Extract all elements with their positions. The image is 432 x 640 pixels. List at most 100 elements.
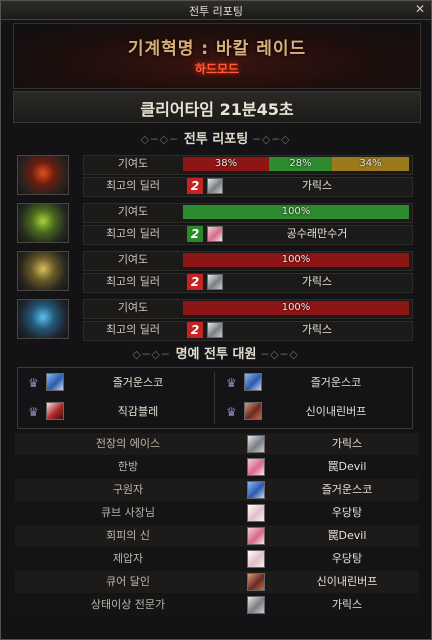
crown-icon: ♛	[226, 376, 237, 390]
award-avatar[interactable]	[247, 550, 265, 568]
boss-portrait	[17, 299, 69, 339]
boss-portrait	[17, 251, 69, 291]
award-title: 큐브 사장님	[100, 506, 156, 519]
award-name[interactable]: 罠Devil	[277, 525, 417, 547]
boss-portrait	[17, 203, 69, 243]
top-dealer-label: 최고의 딜러	[105, 179, 161, 192]
contribution-bar: 100%	[183, 301, 409, 315]
award-name[interactable]: 우당탕	[277, 548, 417, 570]
award-avatar[interactable]	[247, 573, 265, 591]
title-bar[interactable]: 전투 리포팅 ✕	[1, 1, 431, 20]
contribution-segment: 34%	[332, 157, 409, 171]
honor-members-box: ♛ 즐거운스코 ♛ 즐거운스코 ♛ 직감블레 ♛ 신이내린버프	[17, 367, 413, 429]
dealer-avatar[interactable]	[207, 322, 223, 338]
award-row: 큐브 사장님 우당탕	[15, 502, 419, 524]
contribution-bar: 38% 28% 34%	[183, 157, 409, 171]
boss-row: 기여도 38% 28% 34% 최고의 딜러 2 가릭스	[15, 153, 419, 197]
top-dealer-label: 최고의 딜러	[105, 275, 161, 288]
award-row: 전장의 에이스 가릭스	[15, 433, 419, 455]
award-avatar[interactable]	[247, 504, 265, 522]
dealer-avatar[interactable]	[207, 226, 223, 242]
top-dealer-name[interactable]: 가릭스	[227, 321, 407, 339]
top-dealer-name[interactable]: 가릭스	[227, 273, 407, 291]
contribution-segment: 100%	[183, 205, 409, 219]
raid-name: 기계혁명 : 바칼 레이드	[127, 39, 307, 59]
awakening-badge-icon: 2	[187, 226, 203, 242]
header-ornament-left: ◇─◇─	[140, 133, 179, 146]
honor-header: ◇─◇─ 명예 전투 대원 ─◇─◇	[13, 343, 419, 363]
member-name: 직감블레	[117, 405, 159, 418]
award-title: 구원자	[112, 483, 144, 496]
award-avatar[interactable]	[247, 527, 265, 545]
honor-member[interactable]: ♛ 즐거운스코	[216, 369, 412, 397]
dealer-icons: 2	[187, 322, 227, 338]
dealer-icons: 2	[187, 178, 227, 194]
raid-difficulty: 하드모드	[194, 62, 240, 76]
battle-report-window: 전투 리포팅 ✕ 기계혁명 : 바칼 레이드 하드모드 클리어타임 21분45초…	[0, 0, 432, 640]
member-name: 신이내린버프	[305, 405, 367, 418]
contribution-label: 기여도	[117, 205, 149, 218]
contribution-label: 기여도	[117, 253, 149, 266]
header-ornament-right: ─◇─◇	[253, 133, 292, 146]
header-ornament-left: ◇─◇─	[132, 348, 171, 361]
award-avatar[interactable]	[247, 481, 265, 499]
dealer-icons: 2	[187, 226, 227, 242]
boss-row: 기여도 100% 최고의 딜러 2 가릭스	[15, 297, 419, 341]
award-title: 한방	[117, 460, 139, 473]
award-row: 상태이상 전문가 가릭스	[15, 594, 419, 616]
award-row: 구원자 즐거운스코	[15, 479, 419, 501]
boss-portrait	[17, 155, 69, 195]
member-avatar	[46, 402, 64, 420]
dealer-avatar[interactable]	[207, 178, 223, 194]
contribution-segment: 100%	[183, 253, 409, 267]
crown-icon: ♛	[226, 405, 237, 419]
contribution-segment: 38%	[183, 157, 269, 171]
award-name[interactable]: 신이내린버프	[277, 571, 417, 593]
award-row: 큐어 달인 신이내린버프	[15, 571, 419, 593]
member-avatar	[46, 373, 64, 391]
award-title: 회피의 신	[106, 529, 150, 542]
honor-member[interactable]: ♛ 직감블레	[18, 398, 214, 426]
award-avatar[interactable]	[247, 435, 265, 453]
boss-row: 기여도 100% 최고의 딜러 2 공수래만수거	[15, 201, 419, 245]
contribution-bar: 100%	[183, 205, 409, 219]
raid-banner: 기계혁명 : 바칼 레이드 하드모드	[13, 23, 421, 89]
award-name[interactable]: 가릭스	[277, 433, 417, 455]
honor-member[interactable]: ♛ 즐거운스코	[18, 369, 214, 397]
award-name[interactable]: 가릭스	[277, 594, 417, 616]
award-name[interactable]: 우당탕	[277, 502, 417, 524]
honor-divider	[214, 372, 215, 424]
boss-row: 기여도 100% 최고의 딜러 2 가릭스	[15, 249, 419, 293]
award-title: 큐어 달인	[106, 575, 150, 588]
top-dealer-label: 최고의 딜러	[105, 323, 161, 336]
contribution-segment: 28%	[269, 157, 332, 171]
top-dealer-label: 최고의 딜러	[105, 227, 161, 240]
close-icon[interactable]: ✕	[415, 2, 425, 16]
battle-report-heading: 전투 리포팅	[183, 132, 249, 147]
crown-icon: ♛	[28, 405, 39, 419]
member-name: 즐거운스코	[310, 376, 362, 389]
member-avatar	[244, 402, 262, 420]
award-avatar[interactable]	[247, 458, 265, 476]
top-dealer-name[interactable]: 가릭스	[227, 177, 407, 195]
dealer-icons: 2	[187, 274, 227, 290]
award-row: 한방 罠Devil	[15, 456, 419, 478]
crown-icon: ♛	[28, 376, 39, 390]
dealer-avatar[interactable]	[207, 274, 223, 290]
award-row: 제압자 우당탕	[15, 548, 419, 570]
contribution-label: 기여도	[117, 157, 149, 170]
contribution-label: 기여도	[117, 301, 149, 314]
award-avatar[interactable]	[247, 596, 265, 614]
clear-time: 클리어타임 21분45초	[140, 100, 294, 119]
header-ornament-right: ─◇─◇	[261, 348, 300, 361]
contribution-segment: 100%	[183, 301, 409, 315]
award-title: 제압자	[112, 552, 144, 565]
contribution-bar: 100%	[183, 253, 409, 267]
awakening-badge-icon: 2	[187, 178, 203, 194]
award-name[interactable]: 罠Devil	[277, 456, 417, 478]
honor-member[interactable]: ♛ 신이내린버프	[216, 398, 412, 426]
top-dealer-name[interactable]: 공수래만수거	[227, 225, 407, 243]
member-avatar	[244, 373, 262, 391]
awakening-badge-icon: 2	[187, 274, 203, 290]
award-name[interactable]: 즐거운스코	[277, 479, 417, 501]
